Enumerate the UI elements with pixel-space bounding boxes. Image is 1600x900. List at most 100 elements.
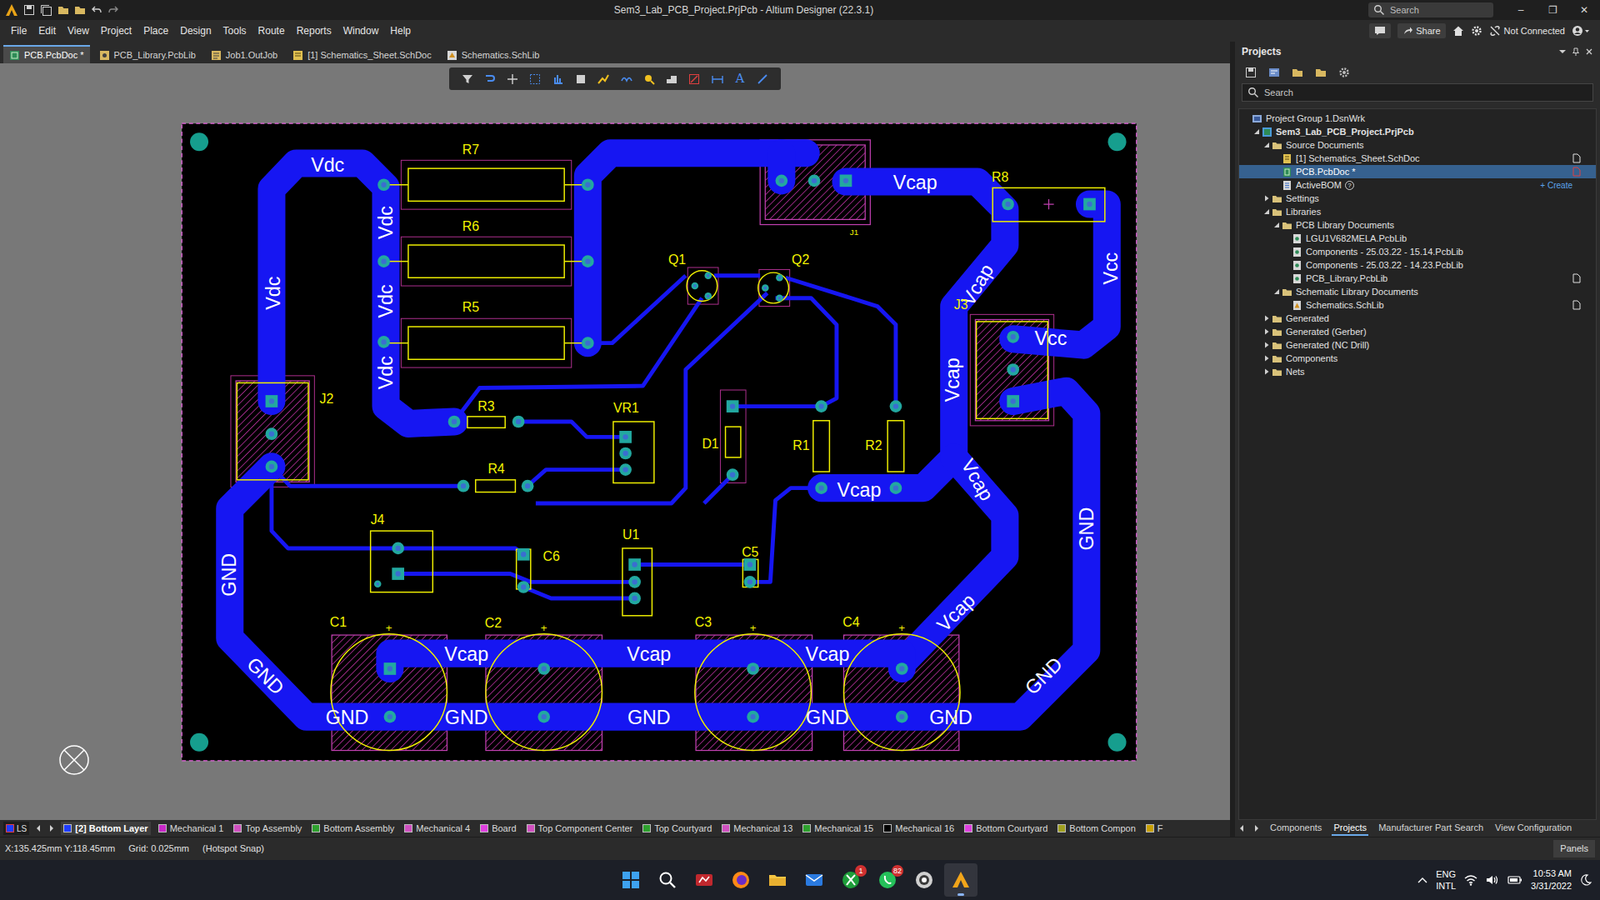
layer-tab[interactable]: Bottom Courtyard [961, 821, 1050, 835]
panel-tab[interactable]: View Configuration [1493, 820, 1574, 837]
taskbar-app[interactable] [907, 863, 941, 897]
pcb-board[interactable]: VdcVdcVdcVdcVdcVcapVcapVcapVcapVcapVcapV… [180, 122, 1138, 762]
layer-tab[interactable]: Board [477, 821, 519, 835]
menu-item[interactable]: Place [137, 21, 175, 40]
document-tab[interactable]: [1] Schematics_Sheet.SchDoc [286, 45, 438, 64]
panel-tab[interactable]: Manufacturer Part Search [1376, 820, 1485, 837]
pcb-canvas[interactable]: A VdcVdcVdcVdcVdcVcapVcapVcapVcapVcapVcap… [0, 63, 1230, 820]
menu-item[interactable]: Reports [290, 21, 338, 40]
panel-tool-button[interactable] [1336, 65, 1352, 80]
close-button[interactable]: ✕ [1568, 0, 1600, 20]
layer-tab[interactable]: Top Assembly [230, 821, 305, 835]
line-tool-button[interactable] [754, 70, 771, 88]
tree-item[interactable]: Sem3_Lab_PCB_Project.PrjPcb [1239, 125, 1596, 139]
tree-item[interactable]: Schematics.SchLib [1239, 298, 1596, 312]
clock[interactable]: 10:53 AM3/31/2022 [1530, 867, 1572, 893]
layer-tab[interactable]: Top Component Center [524, 821, 636, 835]
panel-search[interactable] [1241, 83, 1594, 102]
restore-button[interactable]: ❐ [1536, 0, 1569, 20]
taskbar-app[interactable] [687, 863, 721, 897]
panels-button[interactable]: Panels [1553, 840, 1595, 858]
menu-item[interactable]: View [61, 21, 95, 40]
toolbar-button[interactable] [709, 70, 726, 88]
menu-item[interactable]: Design [174, 21, 217, 40]
document-tab[interactable]: PCB_Library.PcbLib [93, 45, 202, 64]
layer-tab[interactable]: F [1143, 821, 1166, 835]
help-badge[interactable]: ? [1345, 180, 1355, 190]
tree-item[interactable]: Components [1239, 351, 1596, 365]
panel-tool-button[interactable] [1313, 65, 1329, 80]
layer-tab[interactable]: Bottom Assembly [309, 821, 397, 835]
toolbar-button[interactable] [618, 70, 635, 88]
toolbar-button[interactable] [550, 70, 567, 88]
panel-tool-button[interactable] [1290, 65, 1305, 80]
taskbar-app[interactable] [760, 863, 795, 897]
language-indicator[interactable]: ENGINTL [1435, 868, 1456, 892]
tree-item[interactable]: Project Group 1.DsnWrk [1239, 111, 1596, 125]
tree-item[interactable]: Source Documents [1239, 138, 1596, 152]
text-tool-button[interactable]: A [731, 70, 749, 88]
taskbar-app[interactable]: 1 [834, 863, 868, 897]
menu-item[interactable]: Help [384, 21, 417, 40]
layer-tab[interactable]: Mechanical 16 [880, 821, 957, 835]
layer-set-button[interactable]: LS [3, 821, 30, 835]
panel-tab[interactable]: Components [1268, 820, 1324, 837]
tree-item[interactable]: LGU1V682MELA.PcbLib [1239, 231, 1596, 245]
tree-item[interactable]: Settings [1239, 191, 1596, 205]
tree-item[interactable]: Libraries [1239, 205, 1596, 219]
tree-item[interactable]: Generated [1239, 311, 1596, 325]
toolbar-button[interactable] [685, 70, 703, 88]
tree-item[interactable]: Generated (Gerber) [1239, 325, 1596, 339]
panel-tab[interactable]: Projects [1331, 820, 1369, 837]
layer-tab[interactable]: Mechanical 15 [800, 821, 876, 835]
toolbar-button[interactable] [640, 70, 658, 88]
tree-item[interactable]: PCB.PcbDoc * [1239, 165, 1596, 179]
tree-item[interactable]: Generated (NC Drill) [1239, 338, 1596, 352]
taskbar-app[interactable] [724, 863, 758, 897]
panel-search-input[interactable] [1264, 85, 1588, 100]
title-search[interactable] [1368, 2, 1494, 18]
layer-tab[interactable]: Mechanical 4 [401, 821, 473, 835]
tree-item[interactable]: Nets [1239, 365, 1596, 379]
tree-item[interactable]: PCB Library Documents [1239, 218, 1596, 232]
toolbar-button[interactable] [459, 70, 476, 88]
toolbar-button[interactable] [526, 70, 544, 88]
create-link[interactable]: + Create [1540, 179, 1573, 192]
toolbar-button[interactable] [504, 70, 521, 88]
taskbar-app[interactable] [614, 863, 648, 897]
document-tab[interactable]: PCB.PcbDoc * [3, 45, 90, 64]
toolbar-button[interactable] [481, 70, 499, 88]
minimize-button[interactable]: – [1505, 0, 1537, 20]
toolbar-button[interactable] [663, 70, 680, 88]
layer-tab[interactable]: Top Courtyard [640, 821, 715, 835]
tree-item[interactable]: Components - 25.03.22 - 14.23.PcbLib [1239, 258, 1596, 272]
tree-item[interactable]: [1] Schematics_Sheet.SchDoc [1239, 151, 1596, 165]
tree-item[interactable]: Components - 25.03.22 - 15.14.PcbLib [1239, 245, 1596, 259]
layer-tab[interactable]: [2] Bottom Layer [60, 821, 150, 835]
menu-item[interactable]: Project [95, 21, 138, 40]
menu-item[interactable]: Edit [32, 21, 62, 40]
menu-item[interactable]: File [5, 21, 33, 40]
tree-item[interactable]: Schematic Library Documents [1239, 285, 1596, 299]
share-button[interactable]: Share [1397, 23, 1445, 39]
taskbar-app[interactable] [797, 863, 831, 897]
panel-tool-button[interactable] [1266, 65, 1282, 80]
taskbar-app[interactable]: 82 [870, 863, 905, 897]
taskbar-app[interactable] [650, 863, 685, 897]
toolbar-button[interactable] [572, 70, 590, 88]
layer-tab[interactable]: Bottom Compon [1055, 821, 1138, 835]
menu-item[interactable]: Tools [217, 21, 253, 40]
tree-item[interactable]: ActiveBOM?+ Create [1239, 178, 1596, 192]
document-tab[interactable]: Job1.OutJob [205, 45, 284, 64]
tree-item[interactable]: PCB_Library.PcbLib [1239, 271, 1596, 285]
search-input[interactable] [1390, 3, 1489, 18]
toolbar-button[interactable] [595, 70, 612, 88]
menu-item[interactable]: Window [337, 21, 385, 40]
document-tab[interactable]: Schematics.SchLib [440, 45, 546, 64]
panel-tool-button[interactable] [1243, 65, 1259, 80]
menu-item[interactable]: Route [252, 21, 291, 40]
layer-tab[interactable]: Mechanical 1 [155, 821, 227, 835]
taskbar-app[interactable] [944, 863, 978, 897]
chat-button[interactable] [1369, 23, 1391, 39]
connection-status[interactable]: Not Connected [1489, 24, 1565, 39]
